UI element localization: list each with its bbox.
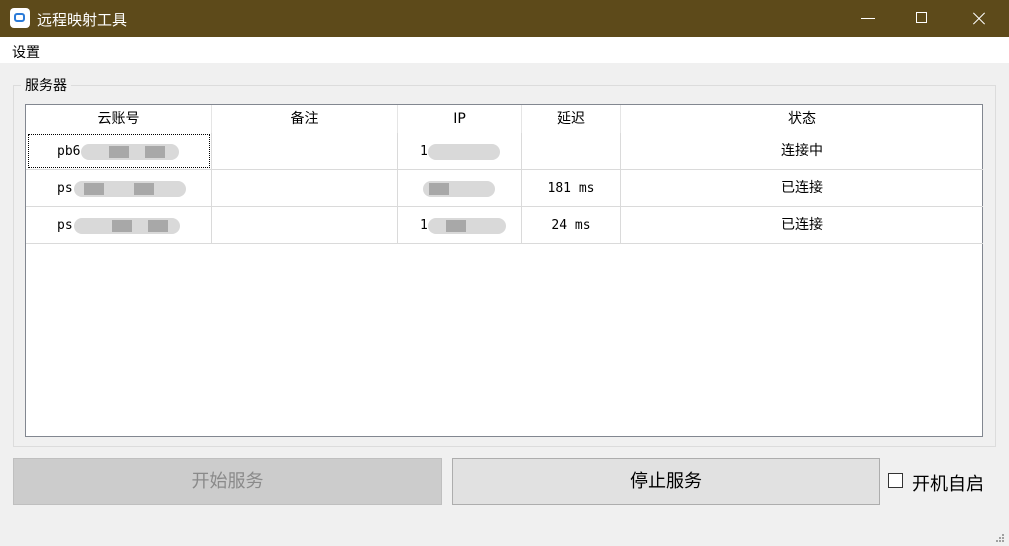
maximize-button[interactable] bbox=[899, 0, 945, 37]
note-cell[interactable] bbox=[212, 170, 398, 207]
ip-cell[interactable]: 1 bbox=[398, 207, 522, 244]
redaction-blur bbox=[423, 181, 495, 197]
header-latency[interactable]: 延迟 bbox=[522, 105, 621, 133]
close-button[interactable] bbox=[955, 0, 1001, 37]
header-account[interactable]: ⌄ 云账号 bbox=[26, 105, 212, 133]
account-cell[interactable]: pb6 bbox=[26, 133, 212, 170]
table-row[interactable]: pb6 1 连接中 bbox=[26, 133, 983, 170]
sort-indicator-icon: ⌄ bbox=[116, 106, 123, 115]
redaction-blur bbox=[428, 218, 506, 234]
window-title: 远程映射工具 bbox=[37, 11, 128, 29]
maximize-icon bbox=[916, 12, 927, 23]
autostart-label[interactable]: 开机自启 bbox=[912, 470, 984, 496]
stop-service-button[interactable]: 停止服务 bbox=[452, 458, 880, 505]
table-row[interactable]: ps 181 ms 已连接 bbox=[26, 170, 983, 207]
table-row[interactable]: ps 1 24 ms 已连接 bbox=[26, 207, 983, 244]
ip-cell[interactable]: 1 bbox=[398, 133, 522, 170]
minimize-button[interactable] bbox=[845, 0, 891, 37]
server-group-title: 服务器 bbox=[21, 75, 71, 95]
autostart-checkbox[interactable] bbox=[888, 473, 903, 488]
latency-cell bbox=[522, 133, 621, 170]
resize-grip-icon[interactable] bbox=[993, 531, 1005, 543]
note-cell[interactable] bbox=[212, 133, 398, 170]
start-service-button[interactable]: 开始服务 bbox=[13, 458, 442, 505]
header-status[interactable]: 状态 bbox=[621, 105, 983, 133]
ip-cell[interactable] bbox=[398, 170, 522, 207]
status-cell: 已连接 bbox=[781, 217, 823, 233]
title-bar[interactable]: 远程映射工具 bbox=[0, 0, 1009, 37]
note-cell[interactable] bbox=[212, 207, 398, 244]
menu-settings[interactable]: 设置 bbox=[12, 42, 40, 62]
redaction-blur bbox=[81, 144, 179, 160]
account-cell[interactable]: ps bbox=[26, 170, 212, 207]
latency-cell: 24 ms bbox=[522, 207, 621, 244]
status-cell: 连接中 bbox=[781, 143, 823, 159]
redaction-blur bbox=[74, 218, 180, 234]
redaction-blur bbox=[74, 181, 186, 197]
menu-bar: 设置 bbox=[0, 37, 1009, 63]
app-icon bbox=[10, 8, 30, 28]
server-table[interactable]: ⌄ 云账号 备注 IP 延迟 状态 pb6 1 连接中 ps 181 ms 已连… bbox=[25, 104, 983, 437]
latency-cell: 181 ms bbox=[522, 170, 621, 207]
app-window: 远程映射工具 设置 服务器 ⌄ 云账号 备注 IP 延迟 状态 pb6 1 连接… bbox=[0, 0, 1009, 546]
header-note[interactable]: 备注 bbox=[212, 105, 398, 133]
redaction-blur bbox=[428, 144, 500, 160]
minimize-icon bbox=[861, 18, 875, 19]
account-cell[interactable]: ps bbox=[26, 207, 212, 244]
status-cell: 已连接 bbox=[781, 180, 823, 196]
header-ip[interactable]: IP bbox=[398, 105, 522, 133]
